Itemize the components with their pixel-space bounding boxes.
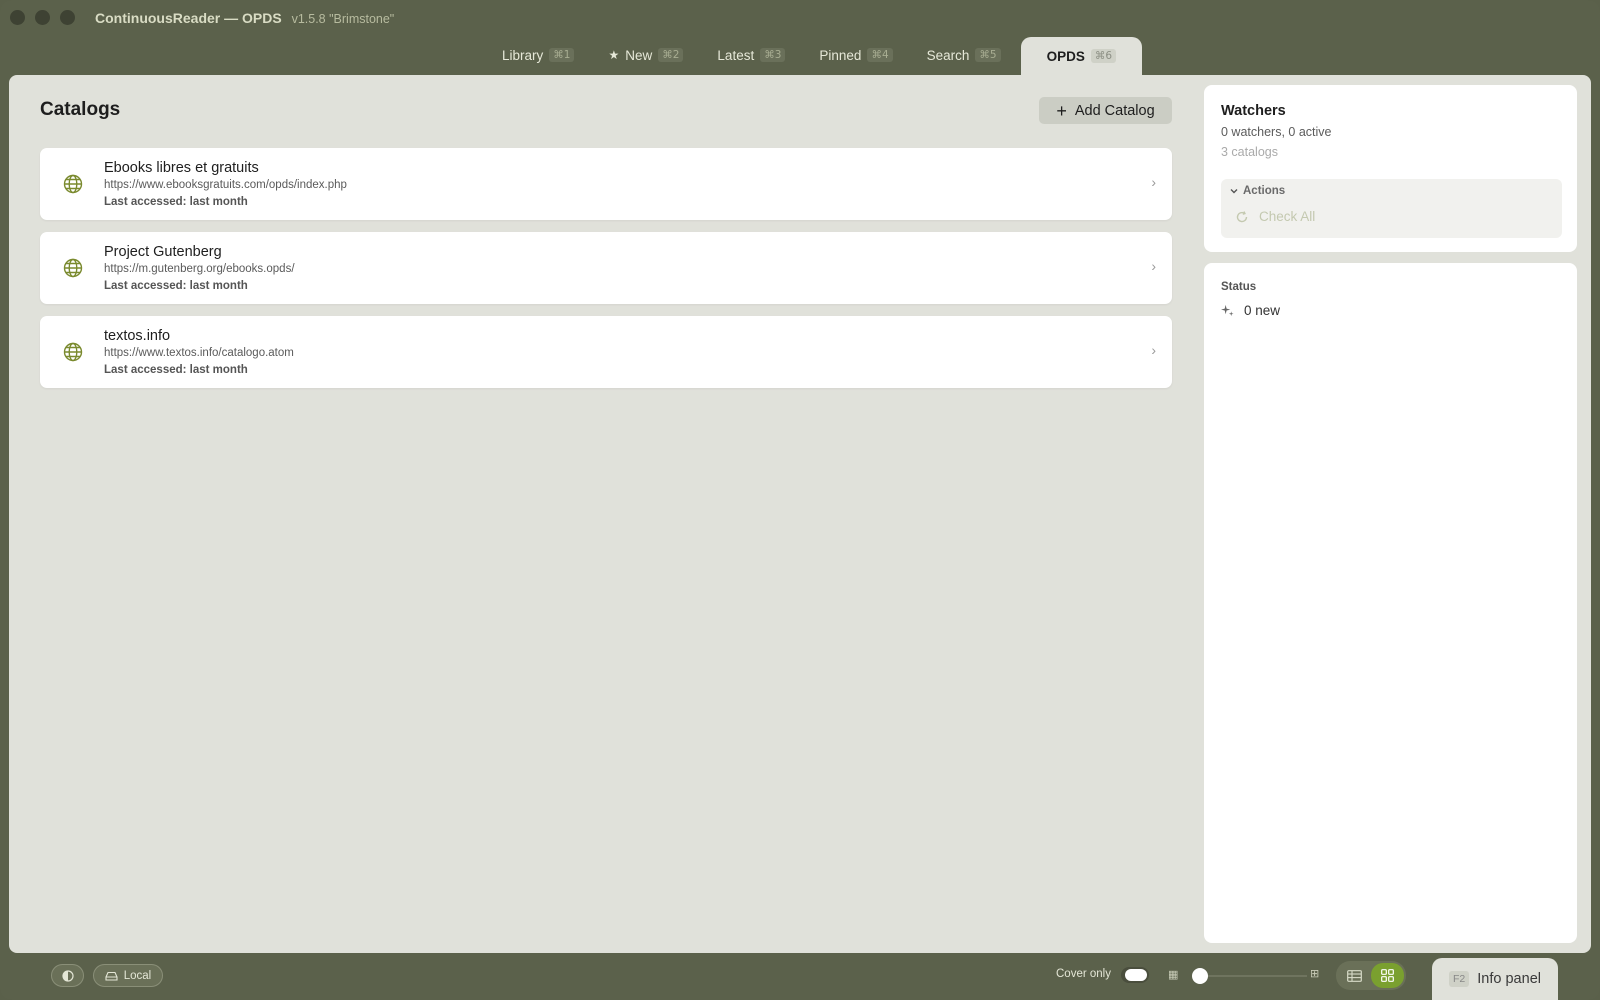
table-icon	[1347, 969, 1362, 982]
catalog-last-accessed: Last accessed: last month	[104, 196, 248, 208]
tab-label: Search	[926, 47, 970, 63]
sparkle-icon	[1221, 304, 1234, 317]
catalog-last-accessed: Last accessed: last month	[104, 364, 248, 376]
shortcut-badge: ⌘5	[975, 48, 1001, 62]
zoom-window-button[interactable]	[60, 10, 75, 25]
add-catalog-label: Add Catalog	[1074, 102, 1155, 119]
check-all-label: Check All	[1259, 209, 1316, 224]
add-catalog-button[interactable]: + Add Catalog	[1039, 97, 1172, 124]
shortcut-badge: F2	[1449, 971, 1470, 987]
catalog-url: https://www.ebooksgratuits.com/opds/inde…	[104, 179, 347, 191]
shortcut-badge: ⌘4	[867, 48, 893, 62]
chevron-right-icon: ›	[1151, 342, 1156, 358]
tab-pinned[interactable]: Pinned ⌘4	[805, 37, 906, 73]
status-card: Status 0 new	[1204, 263, 1577, 943]
window-title: ContinuousReader — OPDS v1.5.8 "Brimston…	[95, 10, 394, 26]
chevron-down-icon	[1230, 189, 1238, 194]
watchers-summary: 0 watchers, 0 active	[1221, 125, 1332, 139]
slider-thumb[interactable]	[1192, 968, 1208, 984]
catalog-item[interactable]: textos.info https://www.textos.info/cata…	[40, 316, 1172, 388]
window-controls	[10, 10, 75, 25]
tab-label: New	[625, 47, 653, 63]
shortcut-badge: ⌘2	[658, 48, 684, 62]
actions-disclosure[interactable]: Actions	[1229, 185, 1285, 197]
app-version: v1.5.8 "Brimstone"	[291, 12, 395, 26]
status-value: 0 new	[1221, 303, 1280, 318]
minimize-window-button[interactable]	[35, 10, 50, 25]
thumbnail-size-slider[interactable]	[1192, 968, 1307, 984]
local-label: Local	[123, 969, 152, 982]
cover-only-toggle[interactable]	[1121, 967, 1149, 983]
shortcut-badge: ⌘3	[760, 48, 786, 62]
local-source-button[interactable]: Local	[93, 964, 163, 987]
actions-label: Actions	[1243, 185, 1286, 197]
tab-opds[interactable]: OPDS ⌘6	[1020, 37, 1143, 75]
check-all-button[interactable]: Check All	[1235, 209, 1315, 224]
globe-icon	[63, 174, 83, 194]
contrast-icon	[61, 969, 74, 982]
tab-label: OPDS	[1046, 48, 1085, 64]
watchers-title: Watchers	[1221, 103, 1286, 119]
catalog-url: https://www.textos.info/catalogo.atom	[104, 347, 294, 359]
catalog-name: Project Gutenberg	[104, 244, 222, 260]
catalog-count: 3 catalogs	[1221, 145, 1278, 159]
tab-label: Latest	[717, 47, 755, 63]
refresh-icon	[1236, 210, 1248, 222]
catalogs-panel: Catalogs + Add Catalog Ebooks libres et …	[9, 75, 1179, 953]
appearance-toggle-button[interactable]	[51, 964, 84, 987]
catalog-name: Ebooks libres et gratuits	[104, 160, 259, 176]
globe-icon	[63, 258, 83, 278]
tab-label: Library	[502, 47, 544, 63]
close-window-button[interactable]	[10, 10, 25, 25]
info-panel-label: Info panel	[1477, 971, 1541, 987]
status-label: Status	[1221, 281, 1257, 293]
table-view-button[interactable]	[1338, 963, 1371, 988]
toggle-knob	[1125, 969, 1147, 981]
page-title: Catalogs	[40, 99, 121, 120]
catalog-last-accessed: Last accessed: last month	[104, 280, 248, 292]
catalog-item[interactable]: Ebooks libres et gratuits https://www.eb…	[40, 148, 1172, 220]
shortcut-badge: ⌘6	[1090, 49, 1117, 63]
catalog-url: https://m.gutenberg.org/ebooks.opds/	[104, 263, 295, 275]
chevron-right-icon: ›	[1151, 174, 1156, 190]
cover-only-label: Cover only	[1056, 968, 1111, 980]
tab-search[interactable]: Search ⌘5	[913, 37, 1015, 73]
app-window: ContinuousReader — OPDS v1.5.8 "Brimston…	[0, 0, 1600, 1000]
shortcut-badge: ⌘1	[549, 48, 575, 62]
view-mode-toggle	[1336, 961, 1406, 990]
info-panel-button[interactable]: F2 Info panel	[1432, 958, 1558, 1000]
tab-library[interactable]: Library ⌘1	[488, 37, 588, 73]
globe-icon	[63, 342, 83, 362]
tab-latest[interactable]: Latest ⌘3	[703, 37, 799, 73]
small-grid-icon: ▦	[1168, 969, 1179, 981]
grid-icon	[1381, 969, 1394, 982]
catalog-item[interactable]: Project Gutenberg https://m.gutenberg.or…	[40, 232, 1172, 304]
plus-icon: +	[1056, 100, 1067, 121]
tab-label: Pinned	[819, 47, 862, 63]
drive-icon	[105, 971, 118, 981]
new-count: 0 new	[1244, 303, 1281, 318]
app-title-text: ContinuousReader — OPDS	[95, 10, 282, 26]
grid-view-button[interactable]	[1371, 963, 1404, 988]
actions-group: Actions Check All	[1221, 179, 1562, 238]
catalog-name: textos.info	[104, 328, 171, 344]
chevron-right-icon: ›	[1151, 258, 1156, 274]
large-grid-icon: ⊞	[1310, 968, 1320, 980]
watchers-card: Watchers 0 watchers, 0 active 3 catalogs…	[1204, 85, 1577, 252]
tab-bar: Library ⌘1 ★ New ⌘2 Latest ⌘3 Pinned ⌘4 …	[488, 37, 1148, 75]
tab-new[interactable]: ★ New ⌘2	[594, 37, 697, 73]
star-icon: ★	[608, 48, 620, 62]
